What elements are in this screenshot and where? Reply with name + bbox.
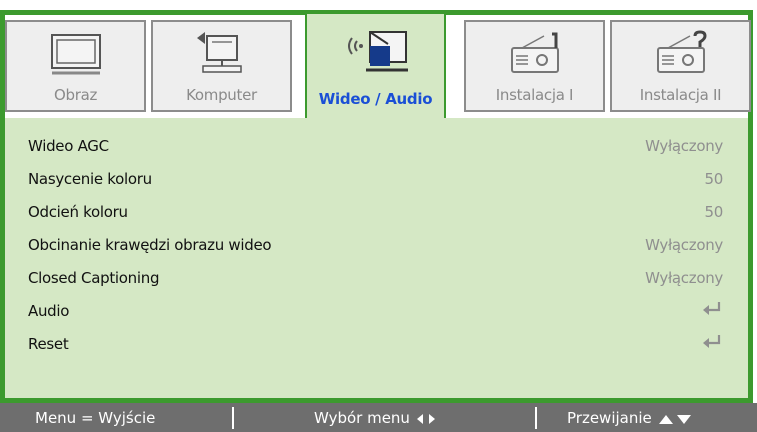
setting-row-odcien-koloru[interactable]: Odcień koloru 50 <box>28 199 723 225</box>
tab-label: Instalacja II <box>639 86 722 104</box>
setting-row-obcinanie-krawedzi[interactable]: Obcinanie krawędzi obrazu wideo Wyłączon… <box>28 232 723 258</box>
footer-menu-exit: Menu = Wyjście <box>35 409 156 427</box>
setting-value: Wyłączony <box>645 236 723 254</box>
setting-label: Nasycenie koloru <box>28 170 152 188</box>
enter-arrow-icon <box>701 333 723 355</box>
monitor-icon <box>7 30 144 82</box>
left-right-arrows-icon <box>416 413 435 424</box>
setting-row-nasycenie-koloru[interactable]: Nasycenie koloru 50 <box>28 166 723 192</box>
setting-row-audio[interactable]: Audio <box>28 298 723 324</box>
setting-row-closed-captioning[interactable]: Closed Captioning Wyłączony <box>28 265 723 291</box>
setting-label: Audio <box>28 302 70 320</box>
projector-1-icon <box>466 30 603 82</box>
tab-obraz[interactable]: Obraz <box>5 20 146 112</box>
tab-instalacja-1[interactable]: Instalacja I <box>464 20 605 112</box>
footer-hint-bar: Menu = Wyjście Wybór menu Przewijanie <box>0 403 757 432</box>
footer-divider <box>232 407 234 429</box>
projector-2-icon <box>612 30 749 82</box>
up-down-arrows-icon <box>658 414 691 424</box>
tab-label: Wideo / Audio <box>318 90 433 108</box>
enter-arrow-icon <box>701 300 723 322</box>
setting-label: Obcinanie krawędzi obrazu wideo <box>28 236 272 254</box>
tab-wideo-audio[interactable]: Wideo / Audio <box>305 12 446 118</box>
footer-select-label: Wybór menu <box>314 409 410 427</box>
footer-scroll: Przewijanie <box>567 409 693 427</box>
footer-divider <box>535 407 537 429</box>
footer-scroll-label: Przewijanie <box>567 409 652 427</box>
tab-label: Komputer <box>186 86 257 104</box>
tab-bar: Obraz Komputer Wideo / Audio Instalacja … <box>5 12 751 118</box>
settings-panel: Wideo AGC Wyłączony Nasycenie koloru 50 … <box>10 123 743 387</box>
setting-label: Odcień koloru <box>28 203 128 221</box>
osd-menu: Obraz Komputer Wideo / Audio Instalacja … <box>5 12 751 398</box>
setting-row-reset[interactable]: Reset <box>28 331 723 357</box>
tab-label: Instalacja I <box>495 86 574 104</box>
setting-label: Wideo AGC <box>28 137 109 155</box>
setting-value: 50 <box>704 203 724 221</box>
osd-menu-frame: Obraz Komputer Wideo / Audio Instalacja … <box>0 10 753 403</box>
computer-icon <box>153 30 290 82</box>
setting-label: Reset <box>28 335 69 353</box>
setting-row-wideo-agc[interactable]: Wideo AGC Wyłączony <box>28 133 723 159</box>
tab-instalacja-2[interactable]: Instalacja II <box>610 20 751 112</box>
setting-value: Wyłączony <box>645 137 723 155</box>
setting-value: Wyłączony <box>645 269 723 287</box>
footer-menu-select: Wybór menu <box>314 409 437 427</box>
tab-label: Obraz <box>53 86 98 104</box>
setting-label: Closed Captioning <box>28 269 160 287</box>
setting-value: 50 <box>704 170 724 188</box>
video-audio-icon <box>307 26 444 78</box>
tab-komputer[interactable]: Komputer <box>151 20 292 112</box>
